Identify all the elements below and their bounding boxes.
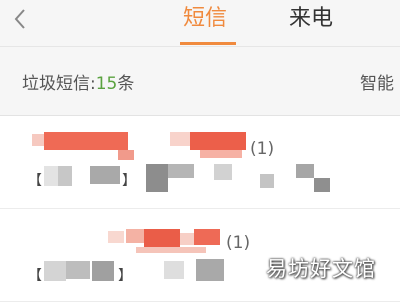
blurred-sender (44, 132, 128, 150)
blurred-sender (200, 150, 242, 158)
spam-label-suffix: 条 (117, 74, 135, 94)
spam-label-prefix: 垃圾短信: (22, 74, 96, 94)
blurred-preview (214, 164, 232, 180)
spam-summary-row[interactable]: 垃圾短信:15条 智能 (0, 47, 400, 116)
blurred-sender (170, 132, 190, 146)
active-tab-indicator (180, 42, 236, 45)
tab-calls[interactable]: 来电 (289, 2, 333, 36)
unread-count: (1) (226, 233, 251, 253)
blurred-sender (190, 132, 246, 150)
blurred-preview (196, 259, 224, 281)
blurred-preview (44, 261, 66, 281)
spam-label: 垃圾短信:15条 (22, 69, 134, 94)
blurred-preview (44, 166, 58, 186)
blurred-preview (296, 164, 314, 178)
bracket-open: 【 (28, 268, 42, 284)
bracket-close: 】 (118, 268, 132, 284)
list-item[interactable]: (1) 【 】 (0, 116, 400, 209)
top-bar: 短信 来电 (0, 0, 400, 47)
blurred-sender (144, 229, 180, 247)
blurred-sender (136, 247, 206, 253)
spam-count: 15 (95, 74, 118, 94)
blurred-sender (126, 229, 144, 243)
blurred-preview (66, 261, 90, 279)
blurred-preview (260, 174, 274, 188)
smart-button[interactable]: 智能 (360, 69, 394, 94)
bracket-open: 【 (28, 173, 42, 189)
blurred-preview (314, 178, 330, 192)
tab-sms[interactable]: 短信 (183, 2, 227, 36)
blurred-sender (118, 150, 134, 160)
watermark: 易坊好文馆 (266, 257, 376, 281)
blurred-preview (164, 261, 184, 279)
blurred-sender (180, 233, 194, 245)
unread-count: (1) (250, 139, 275, 159)
bracket-close: 】 (122, 173, 136, 189)
chevron-left-icon (14, 9, 25, 29)
blurred-preview (146, 164, 168, 192)
blurred-preview (92, 261, 114, 281)
blurred-sender (194, 229, 220, 245)
back-button[interactable] (8, 4, 32, 34)
blurred-preview (58, 166, 72, 186)
blurred-sender (108, 231, 124, 243)
blurred-preview (168, 164, 194, 178)
blurred-sender (32, 134, 44, 146)
blurred-preview (90, 166, 120, 184)
